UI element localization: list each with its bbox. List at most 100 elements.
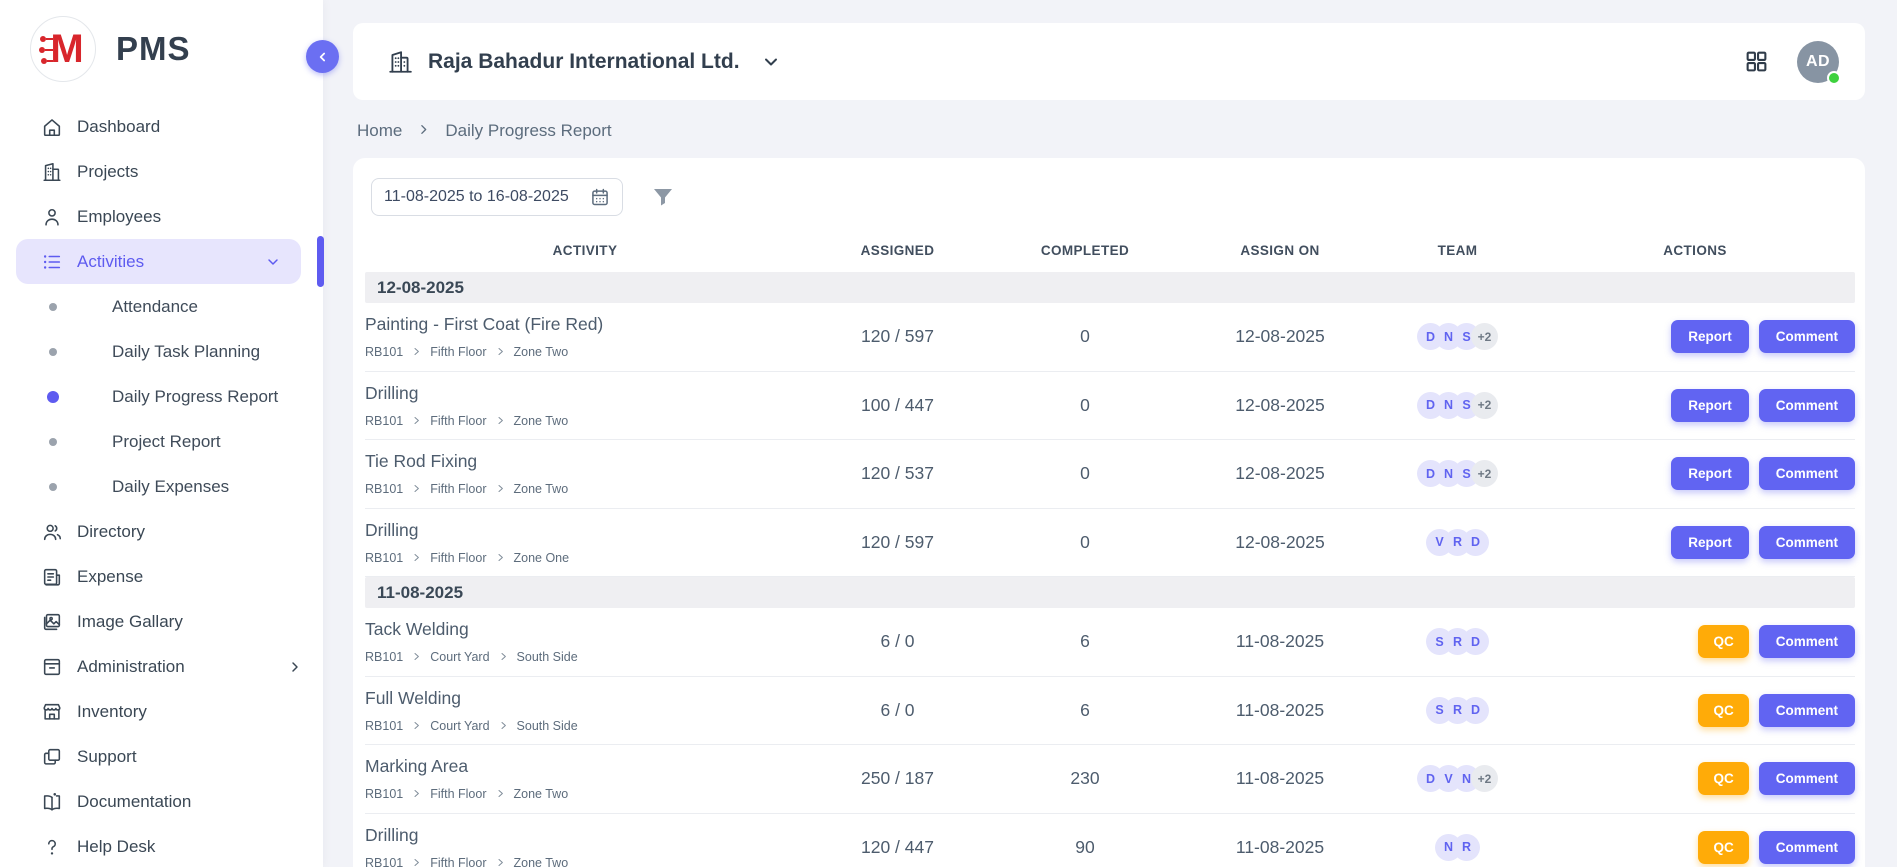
assign-on-date: 12-08-2025 bbox=[1180, 372, 1380, 440]
comment-button[interactable]: Comment bbox=[1759, 457, 1855, 490]
activity-location-path: RB101Fifth FloorZone One bbox=[365, 551, 805, 565]
path-segment: Zone Two bbox=[514, 345, 569, 359]
assigned-value: 120 / 597 bbox=[805, 509, 990, 577]
comment-button[interactable]: Comment bbox=[1759, 625, 1855, 658]
chevron-right-icon bbox=[496, 551, 505, 565]
sidebar-item-employees[interactable]: Employees bbox=[0, 194, 323, 239]
chevron-right-icon bbox=[287, 659, 303, 675]
sidebar-item-expense[interactable]: Expense bbox=[0, 554, 323, 599]
path-segment: RB101 bbox=[365, 650, 403, 664]
activity-title: Drilling bbox=[365, 383, 805, 404]
actions-cell: QC Comment bbox=[1535, 608, 1855, 676]
user-avatar[interactable]: AD bbox=[1797, 41, 1839, 83]
logo-letter: M bbox=[50, 27, 81, 72]
table-body: 12-08-2025Painting - First Coat (Fire Re… bbox=[365, 272, 1855, 867]
actions-cell: QC Comment bbox=[1535, 677, 1855, 745]
path-segment: RB101 bbox=[365, 482, 403, 496]
building-icon bbox=[40, 160, 64, 184]
sidebar-item-projects[interactable]: Projects bbox=[0, 149, 323, 194]
team-avatars: DNS+2 bbox=[1380, 440, 1535, 508]
sidebar-item-label: Employees bbox=[77, 207, 161, 227]
table-header-row: ACTIVITYASSIGNEDCOMPLETEDASSIGN ONTEAMAC… bbox=[365, 228, 1855, 272]
assigned-value: 250 / 187 bbox=[805, 745, 990, 813]
chevron-right-icon bbox=[412, 345, 421, 359]
path-segment: Zone Two bbox=[514, 414, 569, 428]
comment-button[interactable]: Comment bbox=[1759, 526, 1855, 559]
activity-cell: DrillingRB101Fifth FloorZone One bbox=[365, 509, 805, 577]
sidebar-item-activities[interactable]: Activities bbox=[16, 239, 301, 284]
sidebar-item-dashboard[interactable]: Dashboard bbox=[0, 104, 323, 149]
activity-title: Tack Welding bbox=[365, 619, 805, 640]
store-icon bbox=[40, 700, 64, 724]
sidebar-subitem-daily-task-planning[interactable]: Daily Task Planning bbox=[0, 329, 323, 374]
assign-on-date: 12-08-2025 bbox=[1180, 303, 1380, 371]
sidebar-item-administration[interactable]: Administration bbox=[0, 644, 323, 689]
circuit-dots-icon bbox=[39, 35, 55, 65]
report-button[interactable]: Report bbox=[1671, 526, 1749, 559]
activity-location-path: RB101Fifth FloorZone Two bbox=[365, 856, 805, 867]
assign-on-date: 11-08-2025 bbox=[1180, 745, 1380, 813]
sidebar-collapse-button[interactable] bbox=[306, 40, 339, 73]
sidebar-subitem-daily-expenses[interactable]: Daily Expenses bbox=[0, 464, 323, 509]
sidebar-item-documentation[interactable]: Documentation bbox=[0, 779, 323, 824]
sidebar-item-support[interactable]: Support bbox=[0, 734, 323, 779]
sidebar-subitem-label: Daily Expenses bbox=[112, 477, 229, 497]
person-icon bbox=[40, 205, 64, 229]
breadcrumb: Home Daily Progress Report bbox=[357, 121, 1865, 141]
content-card: 11-08-2025 to 16-08-2025 ACTIVITYASSIGNE… bbox=[353, 158, 1865, 867]
qc-button[interactable]: QC bbox=[1698, 694, 1748, 727]
chevron-right-icon bbox=[417, 121, 430, 141]
path-segment: Court Yard bbox=[430, 719, 489, 733]
comment-button[interactable]: Comment bbox=[1759, 694, 1855, 727]
sidebar-item-help-desk[interactable]: Help Desk bbox=[0, 824, 323, 867]
sidebar-item-label: Inventory bbox=[77, 702, 147, 722]
people-icon bbox=[40, 520, 64, 544]
team-member-avatar: D bbox=[1462, 628, 1489, 655]
qc-button[interactable]: QC bbox=[1698, 831, 1748, 864]
chevron-right-icon bbox=[412, 414, 421, 428]
sidebar-subitem-label: Daily Progress Report bbox=[112, 387, 278, 407]
actions-cell: QC Comment bbox=[1535, 814, 1855, 867]
report-button[interactable]: Report bbox=[1671, 320, 1749, 353]
activity-cell: Tack Welding RB101Court YardSouth Side bbox=[365, 608, 805, 676]
chevron-right-icon bbox=[499, 719, 508, 733]
comment-button[interactable]: Comment bbox=[1759, 389, 1855, 422]
activity-cell: Full WeldingRB101Court YardSouth Side bbox=[365, 677, 805, 745]
column-header-completed: COMPLETED bbox=[990, 243, 1180, 258]
comment-button[interactable]: Comment bbox=[1759, 762, 1855, 795]
sidebar-item-inventory[interactable]: Inventory bbox=[0, 689, 323, 734]
table-row: DrillingRB101Fifth FloorZone One120 / 59… bbox=[365, 509, 1855, 578]
sidebar-subitem-project-report[interactable]: Project Report bbox=[0, 419, 323, 464]
path-segment: RB101 bbox=[365, 414, 403, 428]
comment-button[interactable]: Comment bbox=[1759, 320, 1855, 353]
company-selector[interactable]: Raja Bahadur International Ltd. bbox=[387, 49, 781, 75]
date-range-input[interactable]: 11-08-2025 to 16-08-2025 bbox=[371, 178, 623, 216]
activity-cell: Tie Rod FixingRB101Fifth FloorZone Two bbox=[365, 440, 805, 508]
chevron-right-icon bbox=[412, 650, 421, 664]
report-button[interactable]: Report bbox=[1671, 389, 1749, 422]
activity-location-path: RB101Court YardSouth Side bbox=[365, 650, 805, 664]
report-button[interactable]: Report bbox=[1671, 457, 1749, 490]
calendar-icon bbox=[590, 187, 610, 207]
qc-button[interactable]: QC bbox=[1698, 625, 1748, 658]
apps-grid-icon[interactable] bbox=[1744, 49, 1769, 74]
sidebar-subitem-label: Project Report bbox=[112, 432, 221, 452]
path-segment: RB101 bbox=[365, 345, 403, 359]
comment-button[interactable]: Comment bbox=[1759, 831, 1855, 864]
chevron-down-icon bbox=[761, 52, 781, 72]
chevron-right-icon bbox=[496, 345, 505, 359]
filter-icon[interactable] bbox=[651, 185, 675, 209]
receipt-icon bbox=[40, 565, 64, 589]
activity-location-path: RB101Fifth FloorZone Two bbox=[365, 414, 805, 428]
sidebar-subitem-attendance[interactable]: Attendance bbox=[0, 284, 323, 329]
completed-value: 230 bbox=[990, 745, 1180, 813]
book-icon bbox=[40, 790, 64, 814]
sidebar-item-image-gallary[interactable]: Image Gallary bbox=[0, 599, 323, 644]
breadcrumb-home[interactable]: Home bbox=[357, 121, 402, 141]
qc-button[interactable]: QC bbox=[1698, 762, 1748, 795]
sidebar-item-directory[interactable]: Directory bbox=[0, 509, 323, 554]
list-icon bbox=[40, 250, 64, 274]
chevron-right-icon bbox=[412, 856, 421, 867]
sidebar-subitem-daily-progress-report[interactable]: Daily Progress Report bbox=[0, 374, 323, 419]
brand-logo: M bbox=[30, 16, 96, 82]
